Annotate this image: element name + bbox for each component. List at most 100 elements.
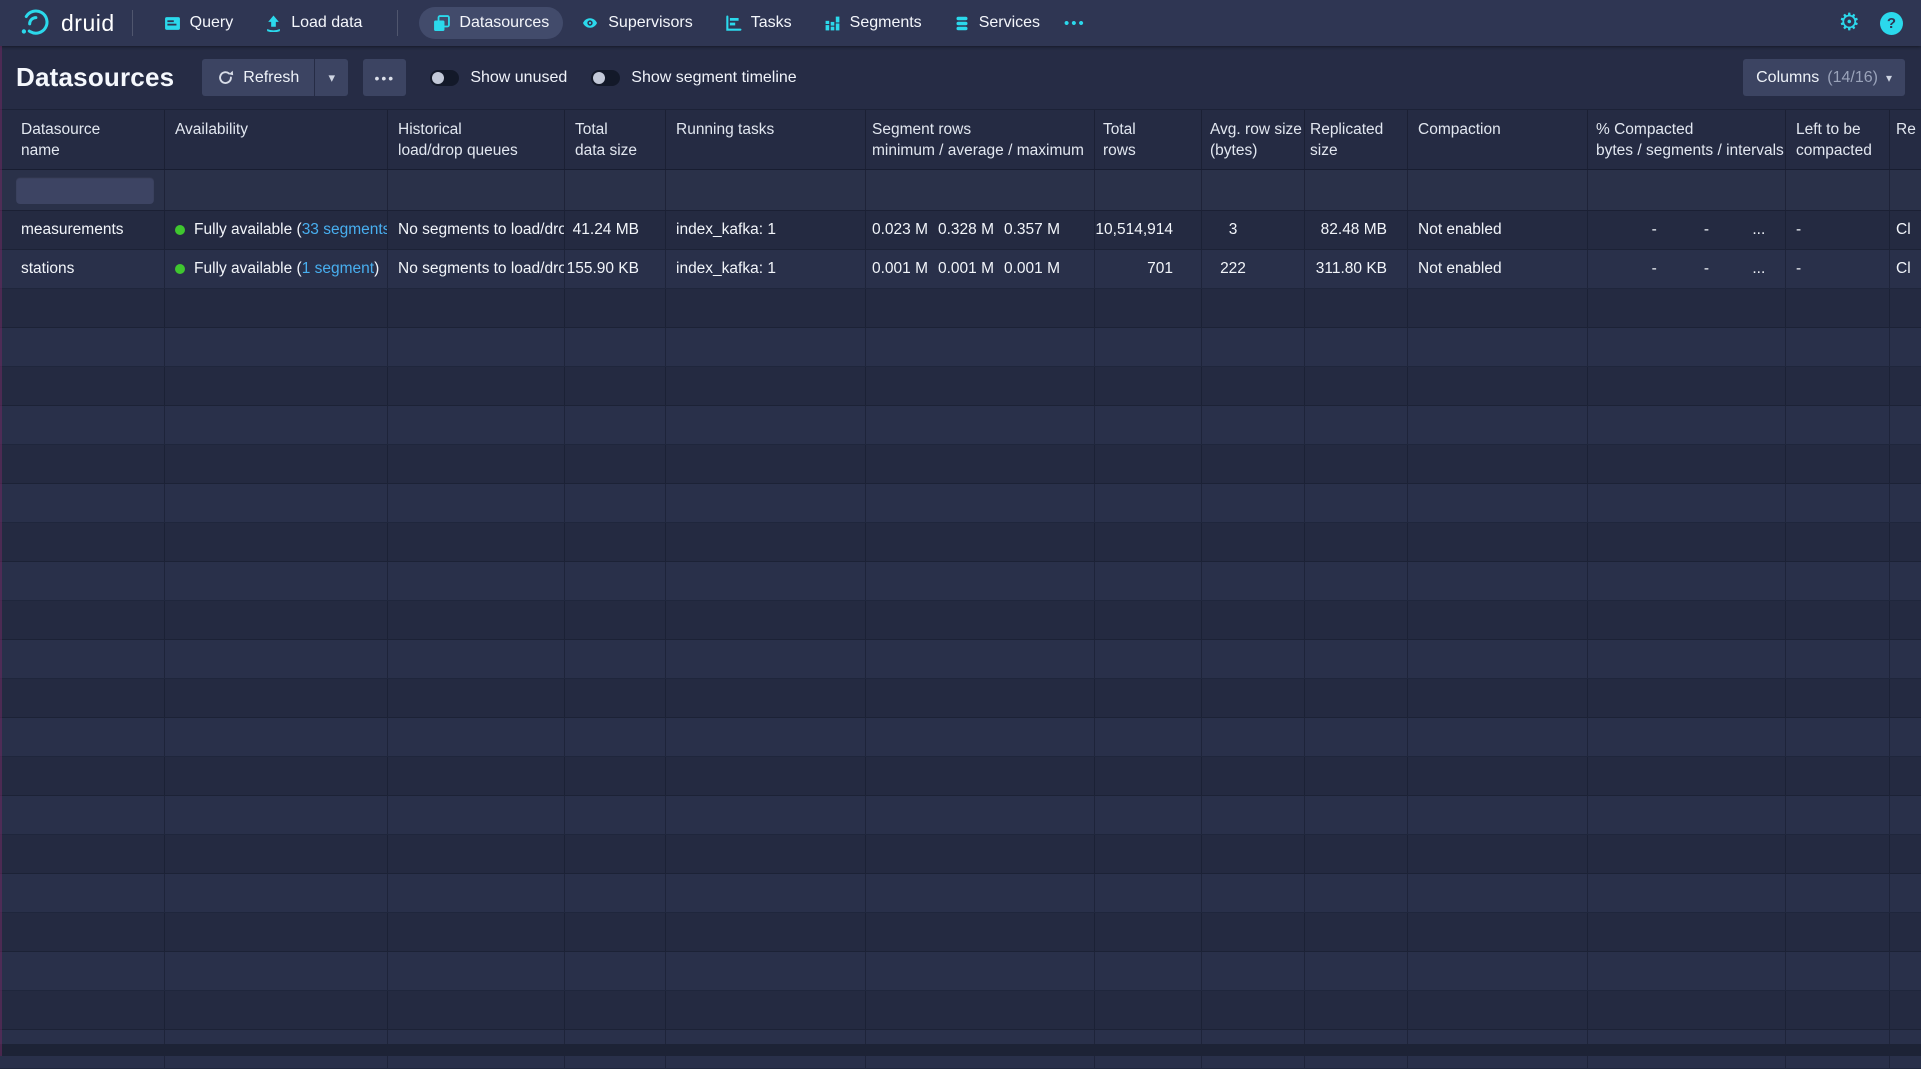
column-header-line1: Total bbox=[575, 119, 665, 140]
cell-load_drop bbox=[388, 640, 565, 678]
cell-total_rows bbox=[1095, 328, 1202, 366]
cell-avg_row_size bbox=[1202, 874, 1305, 912]
refresh-icon bbox=[217, 69, 234, 86]
help-icon[interactable]: ? bbox=[1880, 12, 1903, 35]
show-unused-toggle[interactable]: Show unused bbox=[430, 69, 567, 87]
table-row-empty bbox=[0, 913, 1921, 952]
cell-availability bbox=[165, 835, 388, 873]
cell-avg_row_size bbox=[1202, 484, 1305, 522]
table-header-row: Datasourcename AvailabilityHistoricalload… bbox=[0, 110, 1921, 170]
window-left-edge bbox=[0, 46, 2, 1056]
column-header-line1: Availability bbox=[175, 119, 387, 140]
cell-total_rows bbox=[1095, 406, 1202, 444]
cell-avg_row_size bbox=[1202, 289, 1305, 327]
cell-running_tasks bbox=[666, 328, 866, 366]
cell-left_to_be_compacted bbox=[1786, 991, 1890, 1029]
nav-item-services[interactable]: Services bbox=[940, 7, 1054, 39]
cell-avg_row_size bbox=[1202, 367, 1305, 405]
columns-button[interactable]: Columns (14/16) ▾ bbox=[1743, 59, 1905, 96]
cell-retention bbox=[1890, 718, 1921, 756]
more-actions-button[interactable]: ••• bbox=[363, 59, 406, 96]
cell-name bbox=[0, 484, 165, 522]
druid-logo[interactable]: druid bbox=[18, 7, 115, 39]
nav-item-datasources[interactable]: Datasources bbox=[419, 7, 563, 39]
nav-item-tasks[interactable]: Tasks bbox=[711, 7, 806, 39]
cell-name bbox=[0, 913, 165, 951]
druid-logo-icon bbox=[18, 7, 52, 39]
segments-link[interactable]: 33 segments bbox=[302, 221, 388, 239]
cell-total_data_size bbox=[565, 484, 666, 522]
cell-retention bbox=[1890, 991, 1921, 1029]
toggle-track[interactable] bbox=[591, 70, 620, 86]
cell-total_data_size bbox=[565, 445, 666, 483]
cell-availability: Fully available (1 segment) bbox=[165, 250, 388, 288]
more-icon: ••• bbox=[374, 70, 395, 86]
cell-pct_compacted bbox=[1588, 445, 1786, 483]
cell-avg_row_size bbox=[1202, 562, 1305, 600]
column-header-avg_row_size[interactable]: Avg. row size(bytes) bbox=[1202, 110, 1305, 169]
cell-compaction bbox=[1408, 445, 1588, 483]
column-header-left_to_be_compacted[interactable]: Left to becompacted bbox=[1786, 110, 1890, 169]
pct-compacted-value: - bbox=[1628, 260, 1680, 278]
table-row-stations[interactable]: stationsFully available (1 segment)No se… bbox=[0, 250, 1921, 289]
cell-left_to_be_compacted bbox=[1786, 601, 1890, 639]
cell-compaction bbox=[1408, 406, 1588, 444]
cell-left_to_be_compacted bbox=[1786, 328, 1890, 366]
nav-item-load-data[interactable]: Load data bbox=[251, 7, 376, 39]
filter-cell-left_to_be_compacted bbox=[1786, 170, 1890, 210]
nav-item-supervisors[interactable]: Supervisors bbox=[567, 7, 706, 39]
refresh-button[interactable]: Refresh bbox=[202, 59, 314, 96]
column-header-replicated_size[interactable]: Replicatedsize bbox=[1305, 110, 1408, 169]
column-header-name[interactable]: Datasourcename bbox=[0, 110, 165, 169]
cell-load_drop bbox=[388, 796, 565, 834]
cell-avg_row_size bbox=[1202, 757, 1305, 795]
cell-left_to_be_compacted bbox=[1786, 796, 1890, 834]
page-header: Datasources Refresh ▾ ••• Show unused Sh… bbox=[0, 46, 1921, 110]
column-header-segment_rows[interactable]: Segment rowsminimum / average / maximum bbox=[866, 110, 1095, 169]
segments-link[interactable]: 1 segment bbox=[302, 260, 374, 278]
nav-item-segments[interactable]: Segments bbox=[810, 7, 936, 39]
table-row-empty bbox=[0, 367, 1921, 406]
cell-avg_row_size bbox=[1202, 679, 1305, 717]
toggle-track[interactable] bbox=[430, 70, 459, 86]
column-header-retention[interactable]: Re bbox=[1890, 110, 1921, 169]
cell-segment_rows bbox=[866, 718, 1095, 756]
cell-load_drop bbox=[388, 367, 565, 405]
table-filter-row bbox=[0, 170, 1921, 211]
column-header-running_tasks[interactable]: Running tasks bbox=[666, 110, 866, 169]
cell-total_data_size bbox=[565, 796, 666, 834]
column-header-line1: % Compacted bbox=[1596, 119, 1785, 140]
column-header-line2: compacted bbox=[1796, 140, 1889, 161]
column-header-pct_compacted[interactable]: % Compactedbytes / segments / intervals bbox=[1588, 110, 1786, 169]
column-header-compaction[interactable]: Compaction bbox=[1408, 110, 1588, 169]
cell-retention bbox=[1890, 328, 1921, 366]
table-row-measurements[interactable]: measurementsFully available (33 segments… bbox=[0, 211, 1921, 250]
column-header-load_drop[interactable]: Historicalload/drop queues bbox=[388, 110, 565, 169]
cell-availability bbox=[165, 718, 388, 756]
cell-pct_compacted bbox=[1588, 835, 1786, 873]
cell-load_drop bbox=[388, 562, 565, 600]
column-header-total_data_size[interactable]: Totaldata size bbox=[565, 110, 666, 169]
nav-item-label: Query bbox=[190, 14, 234, 32]
horizontal-scrollbar[interactable] bbox=[0, 1044, 1921, 1056]
cell-load_drop bbox=[388, 445, 565, 483]
cell-running_tasks bbox=[666, 367, 866, 405]
nav-more-button[interactable]: ••• bbox=[1054, 8, 1096, 39]
columns-label: Columns bbox=[1756, 69, 1819, 87]
datasource-name-filter-input[interactable] bbox=[16, 177, 154, 204]
refresh-dropdown-button[interactable]: ▾ bbox=[315, 59, 348, 96]
column-header-total_rows[interactable]: Totalrows bbox=[1095, 110, 1202, 169]
cell-running_tasks bbox=[666, 289, 866, 327]
table-row-empty bbox=[0, 484, 1921, 523]
nav-item-query[interactable]: Query bbox=[150, 7, 248, 39]
show-segment-timeline-toggle[interactable]: Show segment timeline bbox=[591, 69, 796, 87]
cell-total_data_size bbox=[565, 406, 666, 444]
nav-item-label: Services bbox=[979, 14, 1040, 32]
settings-gear-icon[interactable]: ⚙ bbox=[1838, 11, 1860, 35]
column-header-availability[interactable]: Availability bbox=[165, 110, 388, 169]
table-row-empty bbox=[0, 796, 1921, 835]
cell-availability bbox=[165, 562, 388, 600]
cell-retention bbox=[1890, 952, 1921, 990]
cell-total_data_size bbox=[565, 289, 666, 327]
cell-replicated_size bbox=[1305, 328, 1408, 366]
